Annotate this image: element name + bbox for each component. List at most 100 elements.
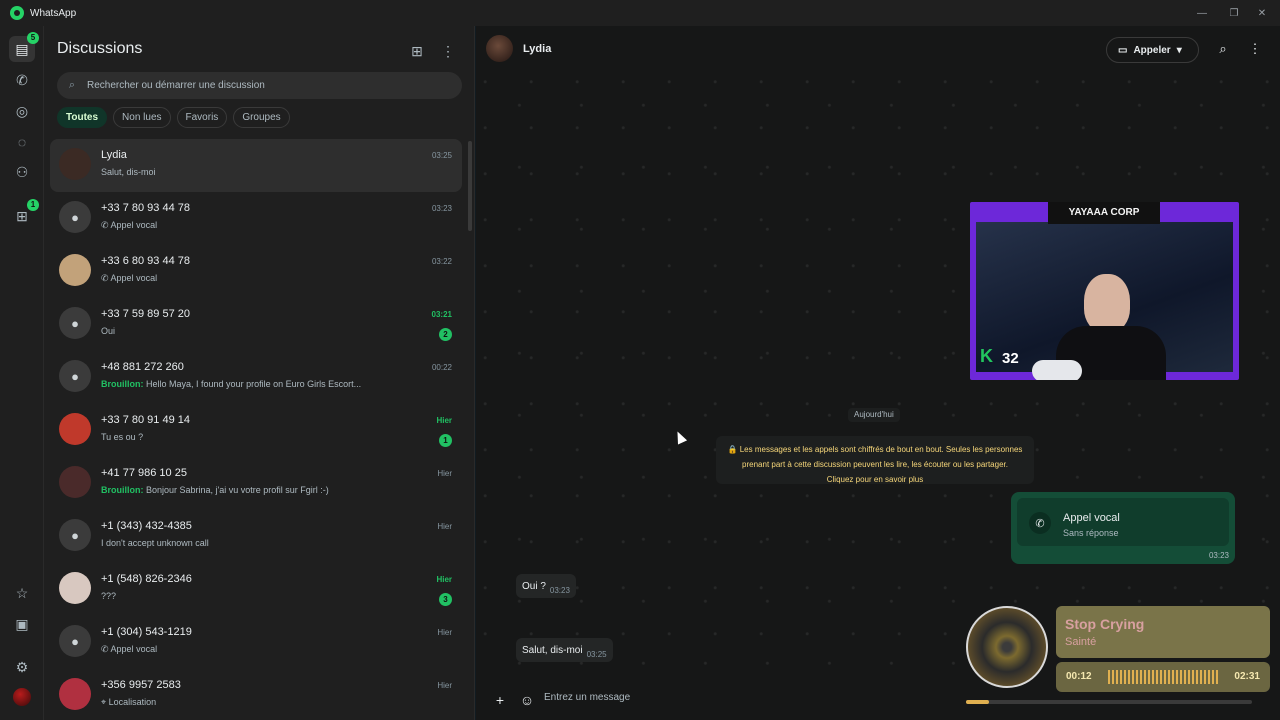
chat-preview-text: Appel vocal: [110, 220, 158, 230]
contact-name[interactable]: Lydia: [523, 43, 551, 55]
unread-badge: 2: [439, 328, 452, 341]
call-button[interactable]: ▭ Appeler ▾: [1106, 37, 1199, 63]
chat-list-item[interactable]: Lydia Salut, dis-moi 03:25: [50, 139, 462, 192]
video-call-icon: ▭: [1118, 44, 1128, 56]
sidebar-title: Discussions: [57, 40, 143, 57]
rail-channels-button[interactable]: ◌: [9, 129, 35, 155]
chat-time: 03:22: [431, 257, 452, 266]
chat-name: +41 77 986 10 25: [101, 467, 187, 479]
call-card[interactable]: ✆ Appel vocal Sans réponse: [1017, 498, 1229, 546]
chat-list-item[interactable]: +33 6 80 93 44 78 ✆ Appel vocal 03:22: [50, 245, 462, 298]
starred-icon: ☆: [15, 584, 29, 601]
chat-name: +33 7 80 93 44 78: [101, 202, 190, 214]
chat-preview: Brouillon: Bonjour Sabrina, j'ai vu votr…: [101, 485, 411, 495]
chat-list-item[interactable]: ● +1 (343) 432-4385 I don't accept unknown…: [50, 510, 462, 563]
chat-time: Hier: [436, 575, 452, 584]
chat-list-item[interactable]: +33 7 80 91 49 14 Tu es ou ? Hier 1: [50, 404, 462, 457]
message-time: 03:23: [549, 585, 570, 595]
song-title: Stop Crying: [1065, 616, 1145, 632]
chat-preview-text: Tu es ou ?: [101, 432, 144, 442]
rail-status-button[interactable]: ◎: [9, 98, 35, 124]
message-input[interactable]: [544, 692, 944, 703]
chat-preview: Brouillon: Hello Maya, I found your prof…: [101, 379, 411, 389]
outgoing-call-message[interactable]: ✆ Appel vocal Sans réponse 03:23: [1011, 492, 1235, 564]
contact-avatar: ●: [59, 519, 91, 551]
chat-list-item[interactable]: ● +1 (304) 543-1219 ✆ Appel vocal Hier: [50, 616, 462, 669]
default-avatar-icon: ●: [71, 209, 79, 225]
filter-favorites[interactable]: Favoris: [176, 107, 228, 128]
filter-all[interactable]: Toutes: [57, 107, 108, 128]
app-title: WhatsApp: [30, 7, 77, 19]
chat-list: Lydia Salut, dis-moi 03:25 ● +33 7 80 93 44 …: [50, 139, 462, 720]
chat-name: +33 6 80 93 44 78: [101, 255, 190, 267]
rail-settings-button[interactable]: ⚙: [9, 654, 35, 680]
conversation-header: Lydia ▭ Appeler ▾ ⌕ ⋮: [476, 26, 1280, 72]
filter-groups[interactable]: Groupes: [233, 107, 290, 128]
message-time: 03:25: [586, 649, 607, 659]
chat-list-item[interactable]: ● +33 7 59 89 57 20 Oui 03:21 2: [50, 298, 462, 351]
chat-list-item[interactable]: +41 77 986 10 25 Brouillon: Bonjour Sabri…: [50, 457, 462, 510]
contact-avatar: [59, 572, 91, 604]
chat-list-item[interactable]: +356 9957 2583 ⌖ Localisation Hier: [50, 669, 462, 720]
total-time: 02:31: [1234, 671, 1260, 682]
rail-archived-badge: 1: [27, 199, 39, 211]
chat-preview-text: Bonjour Sabrina, j'ai vu votre profil su…: [146, 485, 329, 495]
waveform: [1108, 670, 1220, 684]
chevron-down-icon: ▾: [1176, 44, 1182, 56]
rail-archived-button[interactable]: ⊞ 1: [9, 199, 39, 229]
chat-preview: ⌖ Localisation: [101, 697, 411, 708]
call-title: Appel vocal: [1063, 512, 1120, 524]
rail-media-button[interactable]: ▣: [9, 611, 35, 637]
chat-preview-text: Appel vocal: [110, 273, 158, 283]
search-bar[interactable]: ⌕: [57, 72, 462, 99]
settings-icon: ⚙: [15, 658, 29, 675]
chat-time: Hier: [436, 416, 452, 425]
incoming-message[interactable]: Salut, dis-moi 03:25: [516, 638, 613, 662]
rail-communities-button[interactable]: ⚇: [9, 159, 35, 185]
chat-preview-text: ???: [101, 591, 117, 601]
encryption-link[interactable]: Cliquez pour en savoir plus: [827, 475, 924, 484]
profile-avatar[interactable]: [13, 688, 31, 706]
rail-calls-button[interactable]: ✆: [9, 67, 35, 93]
chat-list-item[interactable]: ● +33 7 80 93 44 78 ✆ Appel vocal 03:23: [50, 192, 462, 245]
now-playing-info: Stop Crying Sainté: [1056, 606, 1270, 658]
chat-list-item[interactable]: ● +48 881 272 260 Brouillon: Hello Maya, I…: [50, 351, 462, 404]
playback-bar: 00:12 02:31: [1056, 662, 1270, 692]
chat-list-scrollbar[interactable]: [468, 141, 472, 231]
minimize-icon[interactable]: —: [1184, 0, 1220, 26]
encryption-notice[interactable]: 🔒 Les messages et les appels sont chiffr…: [716, 436, 1034, 484]
default-avatar-icon: ●: [71, 527, 79, 543]
contact-avatar: ●: [59, 360, 91, 392]
chat-list-item[interactable]: +1 (548) 826-2346??? Hier 3: [50, 563, 462, 616]
menu-icon[interactable]: ⋮: [437, 40, 459, 62]
search-messages-icon[interactable]: ⌕: [1212, 38, 1234, 60]
album-art: [966, 606, 1048, 688]
chat-preview-text: Hello Maya, I found your profile on Euro…: [146, 379, 362, 389]
viewer-count: 32: [1002, 350, 1019, 367]
filter-unread[interactable]: Non lues: [113, 107, 171, 128]
rail-chats-button[interactable]: ▤ 5: [9, 32, 39, 62]
streamer-head: [1084, 274, 1130, 332]
close-icon[interactable]: ✕: [1244, 0, 1280, 26]
contact-avatar[interactable]: [486, 35, 513, 62]
chat-name: +33 7 80 91 49 14: [101, 414, 190, 426]
stream-banner: YAYAAA CORP: [1048, 202, 1160, 224]
now-playing-widget: Stop Crying Sainté 00:12 02:31: [964, 604, 1270, 710]
chat-preview: Tu es ou ?: [101, 432, 411, 442]
chat-preview: ✆ Appel vocal: [101, 220, 411, 231]
incoming-message[interactable]: Oui ? 03:23: [516, 574, 576, 598]
rail-starred-button[interactable]: ☆: [9, 580, 35, 606]
search-input[interactable]: [87, 80, 447, 91]
nav-rail: ▤ 5 ✆ ◎ ◌ ⚇ ⊞ 1 ☆ ▣ ⚙: [0, 26, 44, 720]
emoji-icon[interactable]: ☺: [517, 690, 537, 710]
chat-preview: I don't accept unknown call: [101, 538, 411, 548]
conversation-menu-icon[interactable]: ⋮: [1244, 38, 1266, 60]
media-icon: ▣: [15, 615, 29, 632]
call-icon: ✆: [101, 644, 111, 654]
contact-avatar: [59, 148, 91, 180]
phone-icon: ✆: [16, 71, 28, 88]
attach-icon[interactable]: +: [490, 690, 510, 710]
contact-avatar: ●: [59, 625, 91, 657]
new-chat-icon[interactable]: ⊞: [406, 40, 428, 62]
call-status: Sans réponse: [1063, 528, 1119, 538]
